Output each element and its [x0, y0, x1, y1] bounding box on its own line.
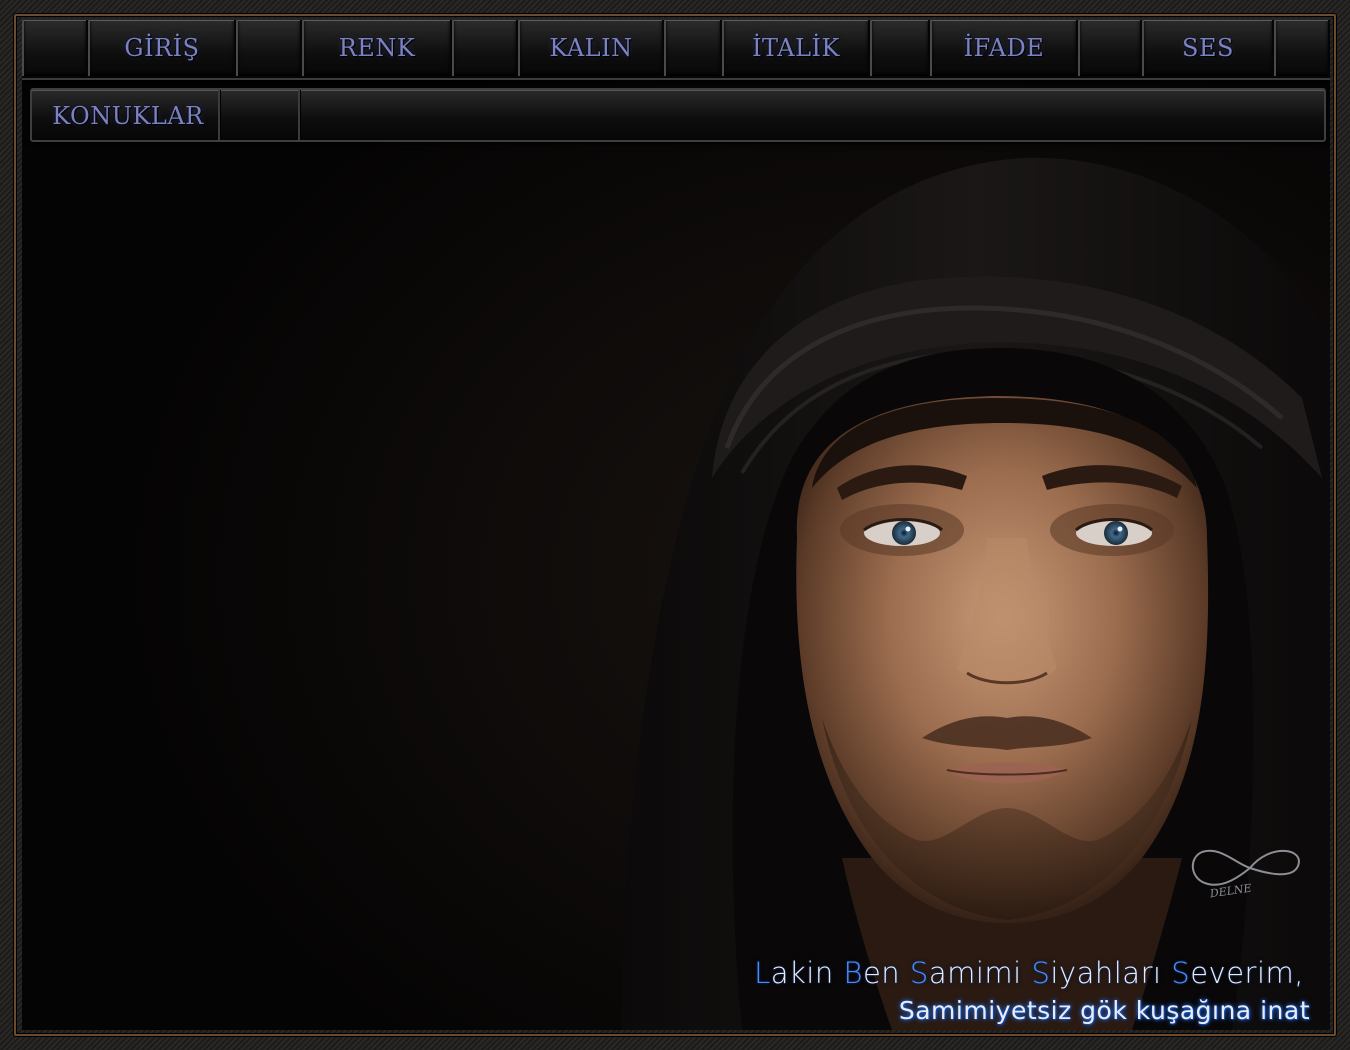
- artist-signature-logo: DELNE: [1192, 849, 1300, 900]
- nav-spacer: [664, 20, 722, 76]
- quote-word-initial: L: [754, 956, 771, 990]
- nav-spacer: [236, 20, 302, 76]
- quote-line-2: Samimiyetsiz gök kuşağına inat: [898, 996, 1310, 1025]
- nav-item-giris[interactable]: GİRİŞ: [88, 20, 236, 76]
- quote-word-initial: S: [1031, 956, 1051, 990]
- quote-word: iyahları: [1050, 956, 1172, 990]
- nav-item-kalin[interactable]: KALIN: [518, 20, 664, 76]
- page-frame: GİRİŞ RENK KALIN İTALİK İFADE SES KONUKL…: [0, 0, 1350, 1050]
- sub-nav-divider: [298, 90, 300, 140]
- quote-word: akin: [770, 956, 844, 990]
- quote-word-initial: S: [909, 956, 929, 990]
- quote-word: everim,: [1190, 956, 1304, 990]
- nav-item-konuklar[interactable]: KONUKLAR: [38, 94, 218, 138]
- secondary-nav-bar: KONUKLAR: [30, 88, 1326, 142]
- nav-item-renk[interactable]: RENK: [302, 20, 452, 76]
- nav-spacer: [452, 20, 518, 76]
- nav-spacer: [870, 20, 930, 76]
- nav-item-ifade[interactable]: İFADE: [930, 20, 1078, 76]
- nav-item-ses[interactable]: SES: [1142, 20, 1274, 76]
- main-nav-bar: GİRİŞ RENK KALIN İTALİK İFADE SES: [22, 18, 1330, 80]
- quote-word-initial: B: [843, 956, 863, 990]
- nav-spacer: [22, 20, 88, 76]
- quote-word-initial: S: [1171, 956, 1191, 990]
- quote-line-1: Lakin Ben Samimi Siyahları Severim,: [754, 956, 1304, 990]
- nav-spacer: [1274, 20, 1330, 76]
- hooded-portrait-image: [22, 18, 1330, 1030]
- nav-item-italik[interactable]: İTALİK: [722, 20, 870, 76]
- sub-nav-divider: [218, 90, 220, 140]
- quote-word: amimi: [928, 956, 1032, 990]
- nav-spacer: [1078, 20, 1142, 76]
- main-scene: GİRİŞ RENK KALIN İTALİK İFADE SES KONUKL…: [22, 18, 1330, 1030]
- quote-word: en: [862, 956, 910, 990]
